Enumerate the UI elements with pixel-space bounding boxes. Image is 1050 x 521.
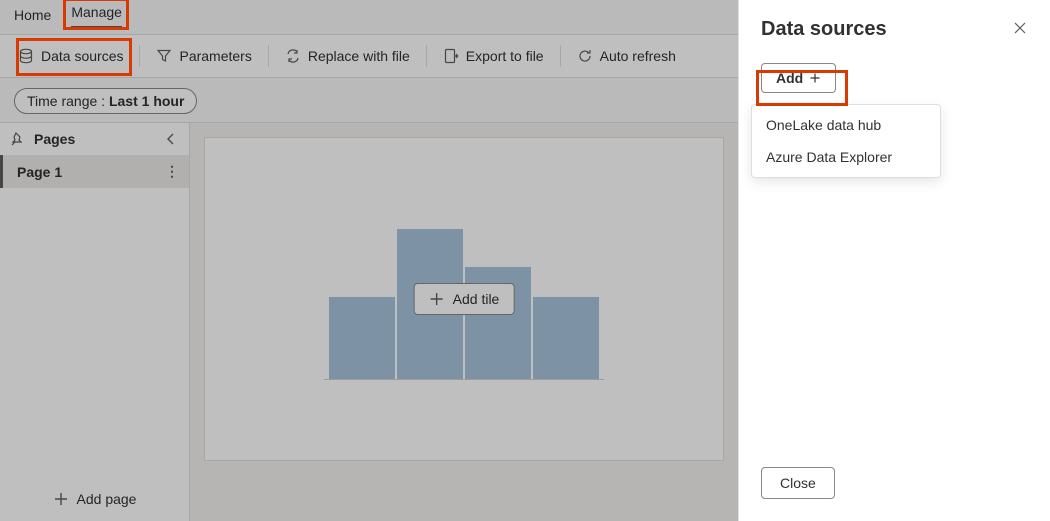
export-icon (443, 48, 459, 64)
dropdown-onelake[interactable]: OneLake data hub (752, 109, 940, 141)
sidebar-item-page-1[interactable]: Page 1 ⋮ (0, 155, 189, 188)
add-button[interactable]: Add (761, 63, 836, 93)
chevron-left-icon[interactable] (163, 131, 179, 147)
parameters-button[interactable]: Parameters (146, 43, 261, 69)
more-icon[interactable]: ⋮ (165, 163, 179, 180)
add-tile-label: Add tile (453, 291, 500, 307)
add-dropdown: OneLake data hub Azure Data Explorer (751, 104, 941, 178)
database-icon (18, 48, 34, 64)
auto-refresh-button[interactable]: Auto refresh (567, 43, 686, 69)
top-tabs: Home Manage (0, 0, 738, 30)
time-range-chip[interactable]: Time range : Last 1 hour (14, 88, 197, 114)
plus-icon (53, 491, 69, 507)
time-range-label: Time range : (27, 93, 109, 109)
funnel-icon (156, 48, 172, 64)
panel-footer: Close (761, 467, 835, 499)
canvas: Add tile (204, 137, 724, 461)
separator (426, 45, 427, 67)
sidebar-title: Pages (34, 131, 75, 147)
chart-bar (329, 297, 395, 380)
data-sources-button[interactable]: Data sources (8, 43, 133, 69)
separator (268, 45, 269, 67)
toolbar: Data sources Parameters Replace with fil… (0, 34, 738, 78)
auto-refresh-label: Auto refresh (600, 48, 676, 64)
tab-home[interactable]: Home (14, 3, 51, 29)
chart-bar (533, 297, 599, 380)
parameters-label: Parameters (179, 48, 251, 64)
sidebar-item-label: Page 1 (17, 164, 62, 180)
close-icon[interactable] (1012, 20, 1028, 39)
canvas-wrap: Add tile (190, 122, 738, 521)
close-button[interactable]: Close (761, 467, 835, 499)
panel-title: Data sources (761, 18, 1012, 41)
data-sources-panel: Data sources Add OneLake data hub Azure … (738, 0, 1050, 521)
export-button[interactable]: Export to file (433, 43, 554, 69)
plus-icon (809, 72, 821, 84)
pin-icon (10, 131, 26, 147)
sidebar-header: Pages (0, 123, 189, 155)
replace-label: Replace with file (308, 48, 410, 64)
add-page-label: Add page (77, 491, 137, 507)
separator (139, 45, 140, 67)
main-area: Home Manage Data sources Parameters Repl… (0, 0, 738, 521)
panel-header: Data sources (739, 0, 1050, 47)
sidebar: Pages Page 1 ⋮ Add page (0, 122, 190, 521)
export-label: Export to file (466, 48, 544, 64)
add-page-button[interactable]: Add page (0, 481, 189, 521)
data-sources-label: Data sources (41, 48, 123, 64)
add-label: Add (776, 70, 803, 86)
body-split: Pages Page 1 ⋮ Add page Add tile (0, 122, 738, 521)
replace-icon (285, 48, 301, 64)
filter-row: Time range : Last 1 hour (0, 78, 738, 124)
tab-manage[interactable]: Manage (71, 0, 122, 29)
refresh-icon (577, 48, 593, 64)
add-tile-button[interactable]: Add tile (414, 283, 515, 315)
plus-icon (429, 291, 445, 307)
time-range-value: Last 1 hour (109, 93, 184, 109)
separator (560, 45, 561, 67)
replace-button[interactable]: Replace with file (275, 43, 420, 69)
dropdown-azure-data-explorer[interactable]: Azure Data Explorer (752, 141, 940, 173)
